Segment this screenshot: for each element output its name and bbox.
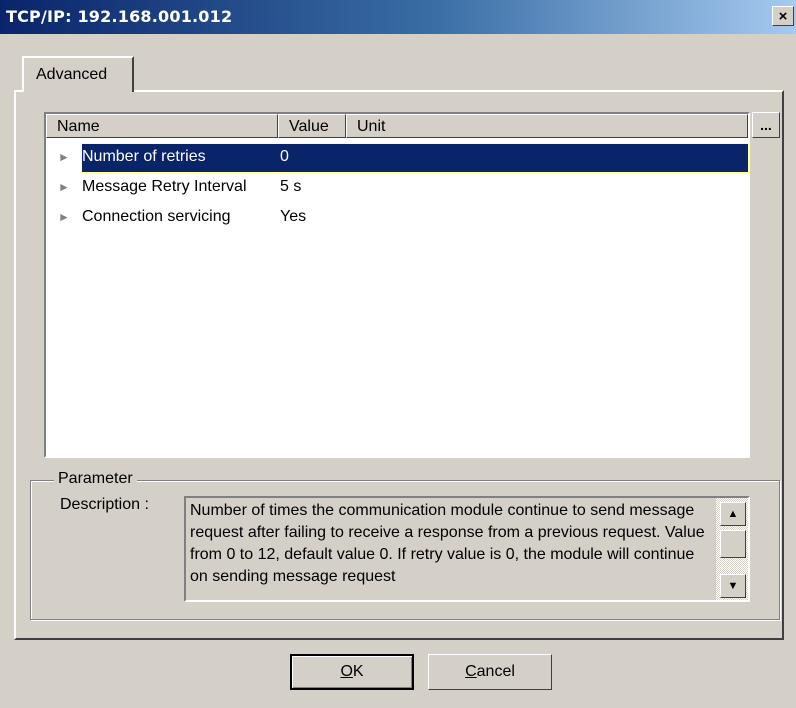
cancel-button[interactable]: Cancel: [428, 654, 552, 690]
column-header-value[interactable]: Value: [278, 114, 346, 138]
list-item[interactable]: ► Message Retry Interval 5 s: [46, 174, 748, 202]
row-name: Number of retries: [82, 148, 206, 165]
row-pointer-icon: ►: [58, 210, 70, 224]
row-value: 0: [280, 148, 289, 165]
ok-button[interactable]: OK: [290, 654, 414, 690]
arrow-up-icon: ▲: [727, 508, 739, 520]
description-textbox[interactable]: Number of times the communication module…: [184, 496, 750, 602]
scroll-down-button[interactable]: ▼: [720, 574, 746, 598]
window-title: TCP/IP: 192.168.001.012: [6, 7, 233, 26]
scroll-up-button[interactable]: ▲: [720, 502, 746, 526]
description-label: Description :: [60, 496, 149, 513]
cancel-label: ancel: [476, 663, 515, 680]
title-bar[interactable]: TCP/IP: 192.168.001.012 ×: [0, 0, 796, 34]
parameter-list[interactable]: Name Value Unit ► Number of retries 0 ► …: [44, 112, 750, 458]
parameter-group-label: Parameter: [54, 470, 137, 488]
description-scrollbar[interactable]: ▲ ▼: [716, 498, 748, 600]
dialog-window: TCP/IP: 192.168.001.012 × Advanced Name …: [0, 0, 796, 708]
tab-advanced[interactable]: Advanced: [22, 56, 134, 92]
tab-advanced-label: Advanced: [36, 66, 108, 83]
row-name: Message Retry Interval: [82, 178, 247, 195]
row-value: 5 s: [280, 178, 302, 195]
row-value: Yes: [280, 208, 307, 225]
row-pointer-icon: ►: [58, 150, 70, 164]
arrow-down-icon: ▼: [727, 580, 739, 592]
column-header-name[interactable]: Name: [46, 114, 278, 138]
browse-button[interactable]: ...: [752, 112, 780, 138]
close-button[interactable]: ×: [772, 6, 794, 26]
list-item[interactable]: ► Number of retries 0: [46, 143, 749, 173]
row-name: Connection servicing: [82, 208, 231, 225]
list-item[interactable]: ► Connection servicing Yes: [46, 204, 748, 232]
ok-accelerator: O: [340, 663, 353, 680]
column-header-unit[interactable]: Unit: [346, 114, 748, 138]
row-pointer-icon: ►: [58, 180, 70, 194]
ok-label: K: [352, 663, 364, 680]
scroll-thumb[interactable]: [720, 530, 746, 558]
close-icon: ×: [778, 7, 788, 25]
description-text: Number of times the communication module…: [190, 502, 705, 585]
ellipsis-icon: ...: [760, 117, 772, 133]
cancel-accelerator: C: [465, 663, 477, 680]
list-header: Name Value Unit: [46, 114, 748, 138]
